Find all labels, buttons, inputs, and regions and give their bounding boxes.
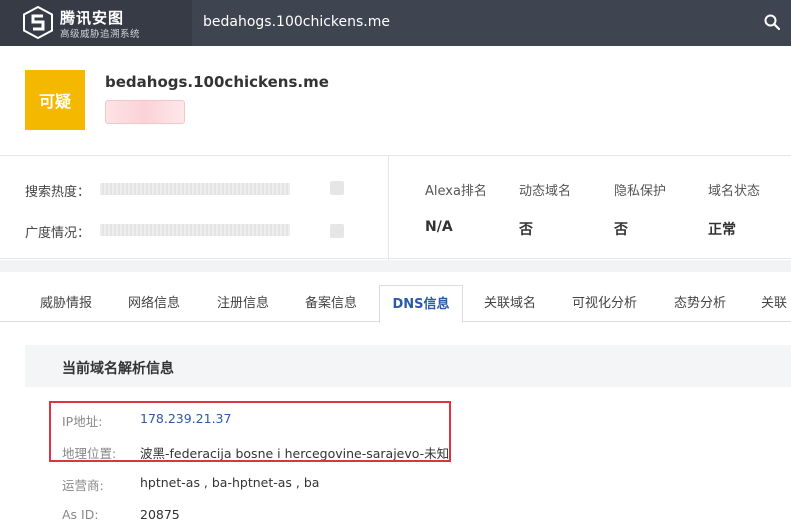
stat-label-alexa: Alexa排名 [425,184,487,199]
stat-value-dynamic-dns: 否 [519,222,533,238]
tab-dns-info[interactable]: DNS信息 [379,285,463,323]
top-bar: 腾讯安图 高级威胁追溯系统 bedahogs.100chickens.me [0,0,791,46]
panel-divider [388,156,389,260]
redacted-tag [105,100,185,124]
section-gap [0,260,791,272]
dns-section-header: 当前域名解析信息 [25,345,791,387]
dns-section-title: 当前域名解析信息 [62,361,174,377]
search-input[interactable]: bedahogs.100chickens.me [203,14,390,30]
domain-title: bedahogs.100chickens.me [105,73,329,91]
tab-filing-info[interactable]: 备案信息 [305,285,357,322]
brand-subtitle: 高级威胁追溯系统 [60,29,141,40]
tab-bar: 威胁情报 网络信息 注册信息 备案信息 DNS信息 关联域名 可视化分析 态势分… [0,272,791,323]
domain-info-panel: 搜索热度： 广度情况： Alexa排名 N/A 动态域名 否 隐私保护 否 域名… [0,155,791,260]
stat-label-privacy: 隐私保护 [614,184,667,199]
brand-logo-block[interactable]: 腾讯安图 高级威胁追溯系统 [0,0,192,46]
tab-network-info[interactable]: 网络信息 [128,285,180,322]
breadth-label: 广度情况： [25,226,91,241]
breadth-bar [100,224,290,236]
breadth-marker [330,224,344,238]
search-heat-bar [100,183,290,195]
asid-label: As ID: [62,507,99,522]
asid-value: 20875 [140,507,180,522]
tab-trend-analysis[interactable]: 态势分析 [674,285,726,322]
tab-related-overflow[interactable]: 关联 [761,285,791,322]
tab-threat-intel[interactable]: 威胁情报 [40,285,92,322]
stat-value-domain-status: 正常 [708,222,736,238]
isp-value: hptnet-as , ba-hptnet-as , ba [140,475,320,490]
threat-level-badge: 可疑 [25,70,85,130]
isp-label: 运营商: [62,478,104,493]
stat-value-privacy: 否 [614,222,628,238]
search-icon[interactable] [763,13,781,31]
tab-registration-info[interactable]: 注册信息 [217,285,269,322]
stat-label-dynamic-dns: 动态域名 [519,184,572,199]
search-heat-marker [330,181,344,195]
search-heat-label: 搜索热度： [25,185,91,200]
brand-logo-icon [23,6,53,39]
stat-value-alexa: N/A [425,219,453,235]
highlight-box [49,401,451,462]
tab-visual-analysis[interactable]: 可视化分析 [572,285,637,322]
brand-name: 腾讯安图 [60,9,125,27]
tab-related-domains[interactable]: 关联域名 [484,285,536,322]
stat-label-domain-status: 域名状态 [708,184,761,199]
